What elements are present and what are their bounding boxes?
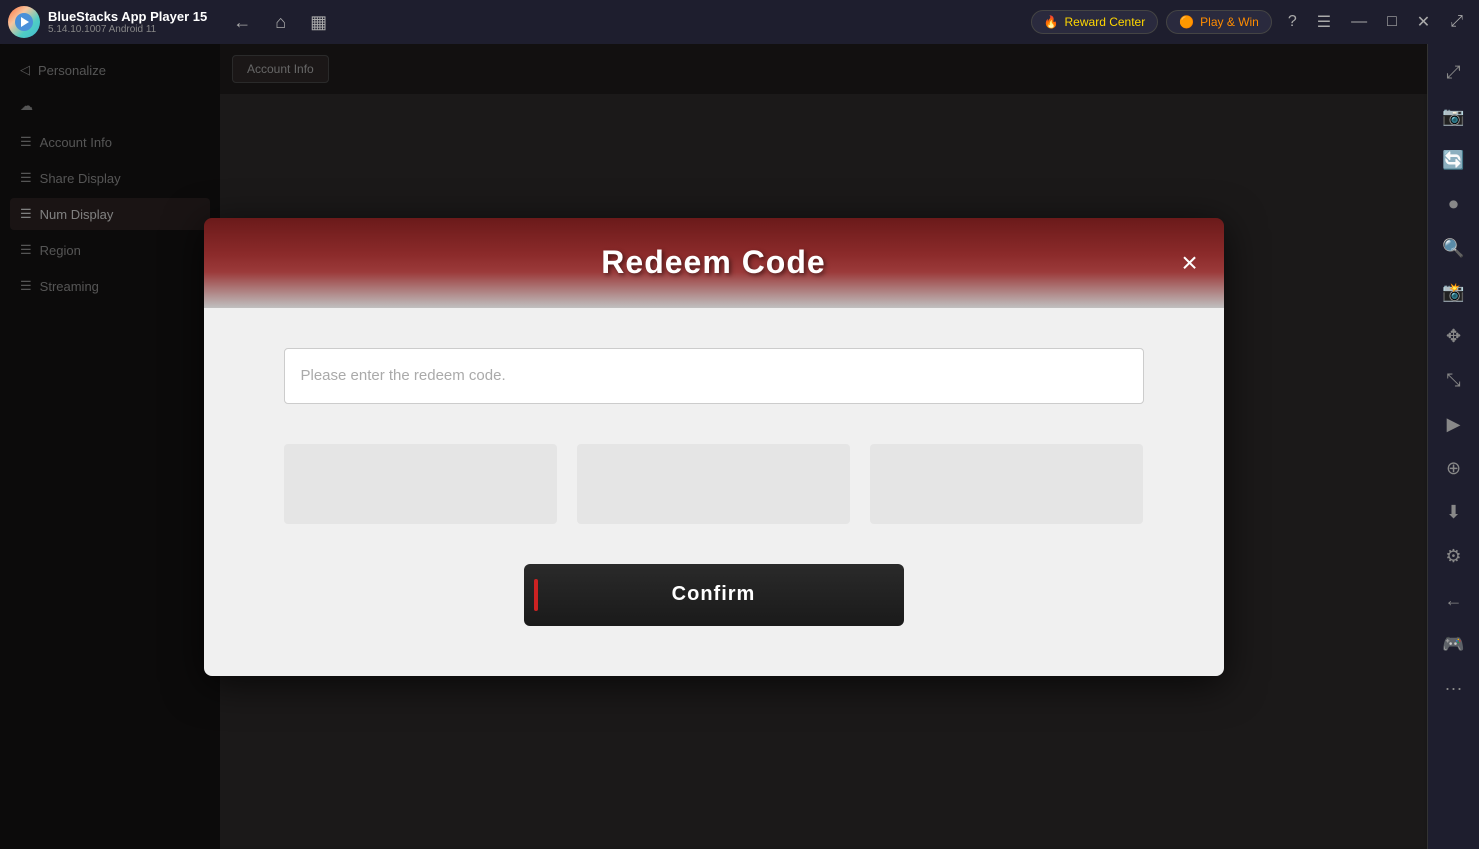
back-button[interactable]: ← bbox=[227, 8, 257, 37]
expand-sidebar-icon[interactable]: ⤢ bbox=[1434, 52, 1474, 92]
modal-overlay: Redeem Code × Confirm bbox=[0, 44, 1427, 849]
bluestacks-logo-icon bbox=[14, 12, 34, 32]
scale-sidebar-icon[interactable]: ⤡ bbox=[1434, 360, 1474, 400]
gyro-sidebar-icon[interactable]: ⊕ bbox=[1434, 448, 1474, 488]
title-bar-right: 🔥 Reward Center 🟠 Play & Win ? ☰ — □ ✕ ⤢ bbox=[1031, 8, 1471, 36]
reward-center-label: Reward Center bbox=[1065, 15, 1146, 29]
deco-card-3 bbox=[870, 444, 1143, 524]
reward-icon: 🔥 bbox=[1044, 15, 1059, 29]
play-win-icon: 🟠 bbox=[1179, 15, 1194, 29]
back-sidebar-icon[interactable]: ← bbox=[1434, 580, 1474, 620]
window-controls: ? ☰ — □ ✕ ⤢ bbox=[1280, 8, 1471, 36]
camera-sidebar-icon[interactable]: 📷 bbox=[1434, 96, 1474, 136]
nav-buttons: ← ⌂ ▦ bbox=[227, 8, 333, 37]
close-button[interactable]: ✕ bbox=[1409, 8, 1438, 36]
help-icon[interactable]: ? bbox=[1280, 9, 1305, 35]
expand-button[interactable]: ⤢ bbox=[1442, 9, 1471, 35]
title-bar: BlueStacks App Player 15 5.14.10.1007 An… bbox=[0, 0, 1479, 44]
confirm-button[interactable]: Confirm bbox=[524, 564, 904, 626]
decorative-row bbox=[284, 444, 1144, 524]
settings-sidebar-icon[interactable]: ⚙ bbox=[1434, 536, 1474, 576]
modal-body: Confirm bbox=[204, 308, 1224, 676]
app-logo bbox=[8, 6, 40, 38]
download-sidebar-icon[interactable]: ⬇ bbox=[1434, 492, 1474, 532]
deco-card-2 bbox=[577, 444, 850, 524]
record-sidebar-icon[interactable]: ⏺ bbox=[1434, 184, 1474, 224]
play-win-label: Play & Win bbox=[1200, 15, 1259, 29]
modal-title: Redeem Code bbox=[601, 244, 825, 281]
app-info: BlueStacks App Player 15 5.14.10.1007 An… bbox=[48, 9, 207, 35]
more-sidebar-icon[interactable]: ··· bbox=[1434, 668, 1474, 708]
redeem-code-modal: Redeem Code × Confirm bbox=[204, 218, 1224, 676]
maximize-button[interactable]: □ bbox=[1379, 9, 1405, 35]
minimize-button[interactable]: — bbox=[1343, 9, 1375, 35]
modal-close-button[interactable]: × bbox=[1172, 245, 1208, 281]
play-win-button[interactable]: 🟠 Play & Win bbox=[1166, 10, 1272, 34]
zoom-in-sidebar-icon[interactable]: 🔍 bbox=[1434, 228, 1474, 268]
confirm-label: Confirm bbox=[672, 583, 756, 606]
right-sidebar: ⤢ 📷 🔄 ⏺ 🔍 📸 ✥ ⤡ ▶ ⊕ ⬇ ⚙ ← 🎮 ··· bbox=[1427, 44, 1479, 849]
tabs-button[interactable]: ▦ bbox=[304, 8, 333, 37]
screenshot-sidebar-icon[interactable]: 📸 bbox=[1434, 272, 1474, 312]
modal-header: Redeem Code × bbox=[204, 218, 1224, 308]
macro-sidebar-icon[interactable]: ▶ bbox=[1434, 404, 1474, 444]
main-content: ◁ Personalize ☁ ☰ Account Info ☰ Share D… bbox=[0, 44, 1427, 849]
menu-icon[interactable]: ☰ bbox=[1309, 8, 1339, 36]
rotate-sidebar-icon[interactable]: 🔄 bbox=[1434, 140, 1474, 180]
home-button[interactable]: ⌂ bbox=[269, 8, 292, 37]
app-version: 5.14.10.1007 Android 11 bbox=[48, 24, 207, 35]
deco-card-1 bbox=[284, 444, 557, 524]
move-sidebar-icon[interactable]: ✥ bbox=[1434, 316, 1474, 356]
reward-center-button[interactable]: 🔥 Reward Center bbox=[1031, 10, 1159, 34]
redeem-code-input[interactable] bbox=[284, 348, 1144, 404]
controller-sidebar-icon[interactable]: 🎮 bbox=[1434, 624, 1474, 664]
app-name: BlueStacks App Player 15 bbox=[48, 9, 207, 24]
